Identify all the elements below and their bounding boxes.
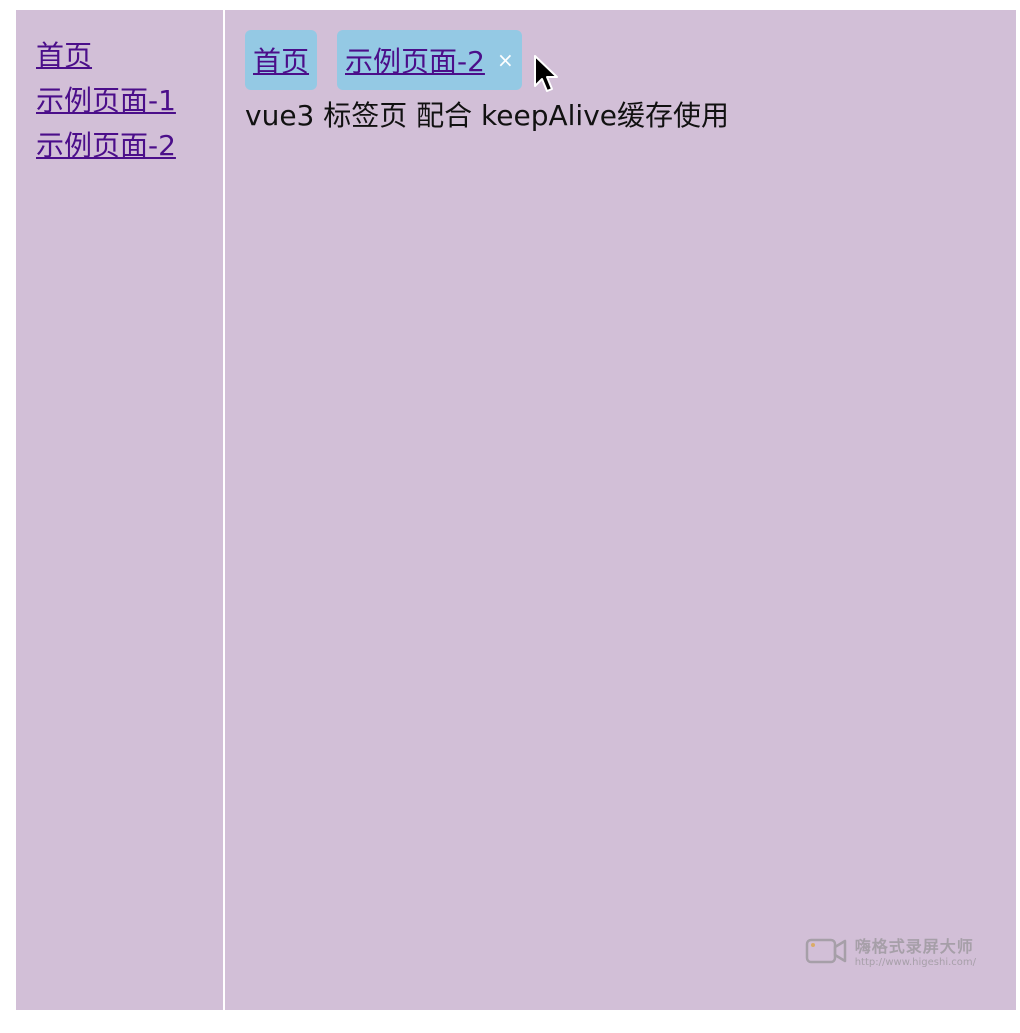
camera-icon: [805, 938, 846, 963]
sidebar: 首页 示例页面-1 示例页面-2: [16, 10, 225, 1033]
sidebar-link-example-2[interactable]: 示例页面-2: [36, 123, 223, 168]
watermark-url: http://www.higeshi.com/: [854, 957, 976, 968]
watermark-title: 嗨格式录屏大师: [854, 937, 974, 956]
sidebar-link-home[interactable]: 首页: [36, 33, 223, 78]
tab-example-2[interactable]: 示例页面-2 ×: [337, 30, 522, 90]
mouse-cursor-icon: [534, 55, 558, 92]
main-content: 首页 示例页面-2 × vue3 标签页 配合 keepAlive缓存使用 嗨格…: [225, 10, 1016, 1010]
tab-home-label[interactable]: 首页: [253, 40, 309, 80]
sidebar-link-example-1[interactable]: 示例页面-1: [36, 78, 223, 123]
tab-bar: 首页 示例页面-2 ×: [245, 30, 522, 90]
watermark: 嗨格式录屏大师 http://www.higeshi.com/: [805, 933, 976, 968]
tab-example-2-label[interactable]: 示例页面-2: [345, 40, 485, 80]
close-icon[interactable]: ×: [497, 50, 514, 70]
tab-home[interactable]: 首页: [245, 30, 318, 90]
app-window: 首页 示例页面-1 示例页面-2 首页 示例页面-2 × vue3 标签页 配合…: [16, 10, 1016, 1033]
page-text: vue3 标签页 配合 keepAlive缓存使用: [245, 99, 730, 132]
